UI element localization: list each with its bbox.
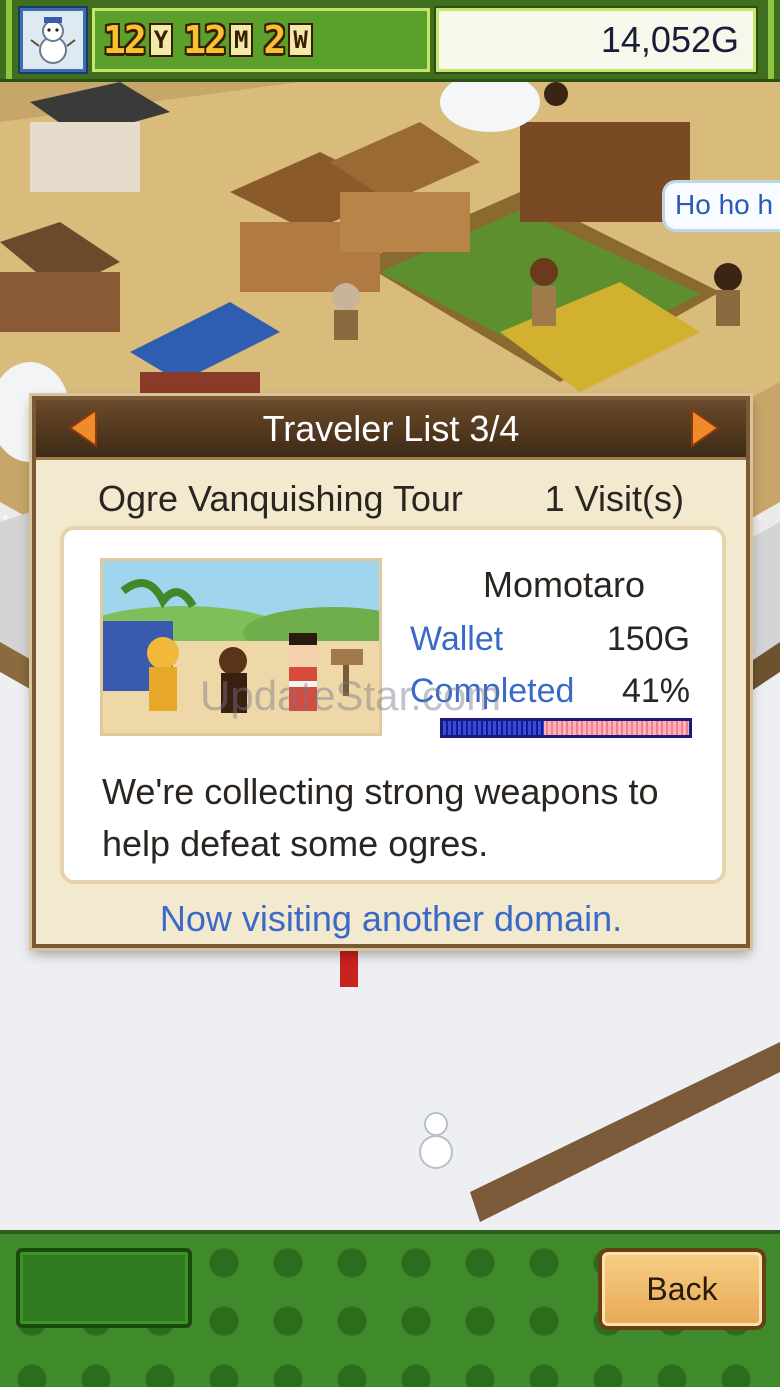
previous-arrow-icon[interactable] <box>66 408 100 448</box>
calendar-date: 12 Y 12 M 2 W <box>92 8 430 72</box>
traveler-name: Momotaro <box>482 564 646 605</box>
year-value: 12 <box>103 18 147 62</box>
tour-name: Ogre Vanquishing Tour <box>98 478 463 519</box>
dialog-header: Traveler List 3/4 <box>36 400 746 460</box>
money-display: 14,052G <box>434 6 758 74</box>
hud-stripe <box>6 0 12 79</box>
speech-bubble: Ho ho h <box>662 180 780 232</box>
speech-bubble-text: Ho ho h <box>675 189 774 220</box>
traveler-portrait <box>100 558 382 736</box>
traveler-description: We're collecting strong weapons to help … <box>102 771 659 864</box>
wallet-value: 150G <box>606 620 690 658</box>
month-value: 12 <box>183 18 227 62</box>
completed-value: 41% <box>621 672 690 710</box>
money-value: 14,052G <box>600 19 739 60</box>
dialog-title: Traveler List 3/4 <box>262 407 520 449</box>
visit-status: Now visiting another domain. <box>159 898 623 939</box>
completed-label: Completed <box>410 672 575 710</box>
top-hud: 12 Y 12 M 2 W 14,052G <box>0 0 780 82</box>
tour-info-row: Ogre Vanquishing Tour 1 Visit(s) <box>98 478 684 520</box>
hud-stripe <box>768 0 774 79</box>
completed-row: Completed 41% <box>410 672 690 711</box>
traveler-list-dialog: Traveler List 3/4 Ogre Vanquishing Tour … <box>32 396 750 948</box>
visit-count: 1 Visit(s) <box>544 478 684 519</box>
back-button[interactable]: Back <box>598 1248 766 1330</box>
wallet-row: Wallet 150G <box>410 620 690 659</box>
next-arrow-icon[interactable] <box>688 408 722 448</box>
traveler-card: Momotaro Wallet 150G Completed 41% We're… <box>60 526 726 884</box>
snowman-icon <box>30 17 76 64</box>
year-unit: Y <box>148 23 174 57</box>
empty-slot <box>16 1248 192 1328</box>
month-unit: M <box>228 23 254 57</box>
week-unit: W <box>288 23 313 57</box>
traveler-party-image <box>103 561 379 733</box>
completion-progress-bar <box>440 718 692 738</box>
completion-progress-fill <box>443 721 544 735</box>
bottom-bar: Back <box>0 1230 780 1387</box>
season-indicator[interactable] <box>18 6 88 74</box>
wallet-label: Wallet <box>410 620 504 658</box>
week-value: 2 <box>263 18 286 62</box>
back-button-label: Back <box>646 1270 718 1307</box>
